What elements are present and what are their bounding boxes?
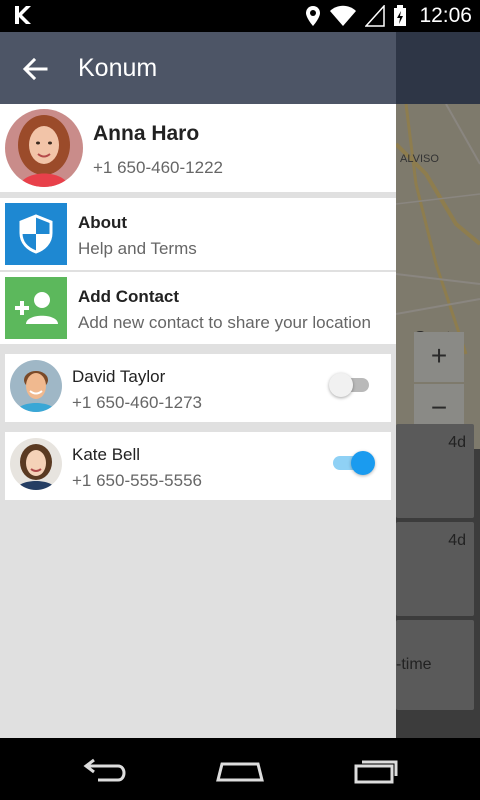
- share-location-toggle[interactable]: [333, 451, 375, 475]
- avatar: [10, 438, 62, 490]
- menu-item-subtitle: Add new contact to share your location: [78, 313, 371, 332]
- recents-nav-icon[interactable]: [346, 754, 406, 786]
- system-nav-bar: [0, 738, 480, 800]
- background-card[interactable]: 4d: [396, 522, 474, 616]
- menu-item-title: About: [78, 213, 128, 232]
- card-label: 4d: [448, 532, 466, 549]
- avatar: [10, 360, 62, 412]
- zoom-in-button[interactable]: +: [414, 332, 464, 382]
- toggle-knob: [351, 451, 375, 475]
- toggle-knob: [329, 373, 353, 397]
- wifi-icon: [330, 5, 357, 26]
- background-card[interactable]: -time: [396, 620, 474, 710]
- page-title: Konum: [78, 54, 158, 82]
- background-app: ALVISO Santa Cl + − 4d 4d -time: [396, 32, 480, 738]
- k-app-icon: [15, 6, 31, 24]
- contact-phone: +1 650-555-5556: [72, 471, 202, 490]
- add-person-icon: [15, 292, 58, 324]
- signal-icon: [365, 5, 386, 27]
- profile-name: Anna Haro: [93, 122, 200, 145]
- status-bar: 12:06: [0, 0, 480, 32]
- arrow-back-icon[interactable]: [20, 54, 50, 84]
- battery-icon: [394, 5, 407, 26]
- card-label: -time: [396, 656, 432, 673]
- share-location-toggle[interactable]: [329, 373, 369, 397]
- about-tile: [5, 203, 67, 265]
- background-card[interactable]: 4d: [396, 424, 474, 518]
- back-nav-icon[interactable]: [74, 754, 134, 786]
- background-app-bar: [396, 32, 480, 104]
- menu-item-add-contact[interactable]: Add Contact Add new contact to share you…: [0, 272, 396, 344]
- profile-phone: +1 650-460-1222: [93, 158, 223, 177]
- clock: 12:06: [419, 4, 472, 27]
- avatar: [5, 109, 83, 187]
- contact-row-david-taylor[interactable]: David Taylor +1 650-460-1273: [5, 354, 391, 422]
- shield-icon: [19, 214, 53, 254]
- map-label: ALVISO: [400, 153, 439, 165]
- menu-item-subtitle: Help and Terms: [78, 239, 197, 258]
- app-bar: Konum: [0, 32, 396, 104]
- navigation-drawer: Konum Anna Haro +1 650-460-1222 About He…: [0, 32, 396, 738]
- contact-phone: +1 650-460-1273: [72, 393, 202, 412]
- home-nav-icon[interactable]: [210, 754, 270, 786]
- card-label: 4d: [448, 434, 466, 451]
- location-icon: [306, 6, 321, 26]
- menu-item-about[interactable]: About Help and Terms: [0, 198, 396, 270]
- contact-row-kate-bell[interactable]: Kate Bell +1 650-555-5556: [5, 432, 391, 500]
- contact-name: Kate Bell: [72, 445, 141, 464]
- profile-header[interactable]: Anna Haro +1 650-460-1222: [0, 104, 396, 192]
- add-contact-tile: [5, 277, 67, 339]
- contact-name: David Taylor: [72, 367, 166, 386]
- menu-item-title: Add Contact: [78, 287, 180, 306]
